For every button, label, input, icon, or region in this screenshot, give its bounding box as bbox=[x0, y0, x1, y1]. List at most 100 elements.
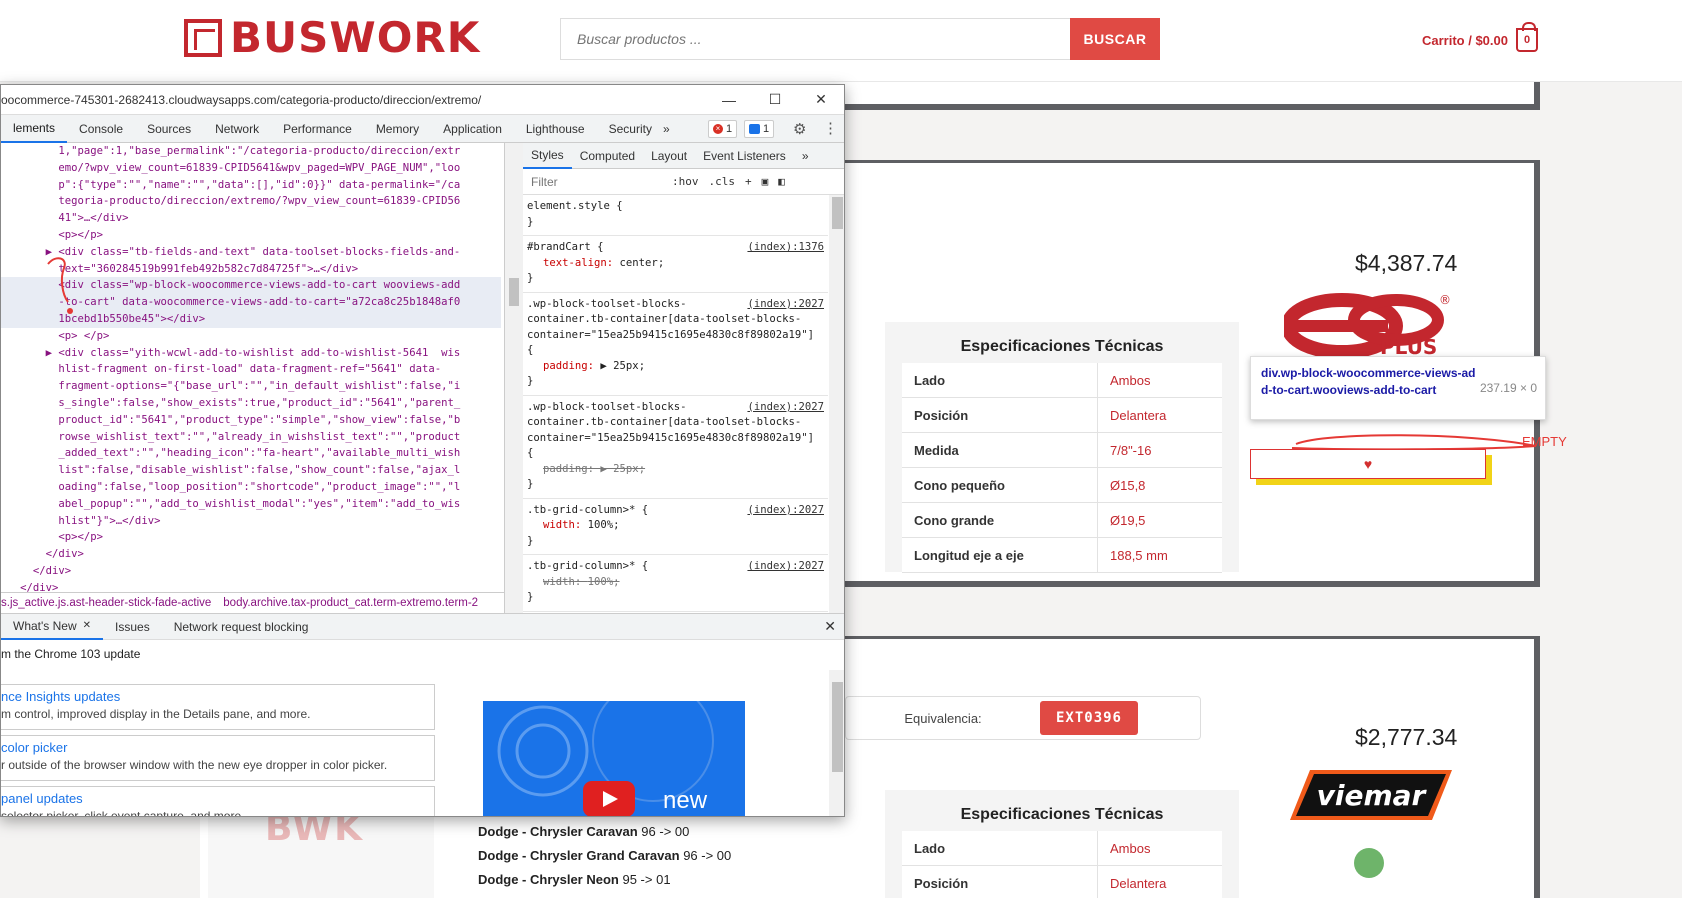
styles-filter-input[interactable] bbox=[527, 171, 667, 192]
rules-scroll-thumb[interactable] bbox=[832, 197, 843, 229]
devtools-tab[interactable]: Performance bbox=[271, 115, 364, 143]
page: BUSWORK BUSCAR Carrito / $0.00 0 $4,387.… bbox=[0, 0, 1682, 898]
devtools-tab[interactable]: Console bbox=[67, 115, 135, 143]
dom-line[interactable]: list":false,"disable_wishlist":false,"sh… bbox=[1, 462, 501, 479]
application-years: 96 -> 00 bbox=[683, 848, 732, 863]
rule-declaration[interactable]: text-align: center; bbox=[527, 256, 824, 272]
sidebar-toggle-icon[interactable]: ◧ bbox=[773, 175, 790, 188]
maximize-icon[interactable]: ☐ bbox=[752, 85, 798, 115]
whats-new-item[interactable]: color picker r outside of the browser win… bbox=[1, 735, 435, 781]
drawer-tab[interactable]: Issues bbox=[103, 614, 162, 640]
dom-line[interactable]: ▶ <div class="yith-wcwl-add-to-wishlist … bbox=[1, 345, 501, 362]
dom-line[interactable]: text="360284519b991feb492b582c7d84725f">… bbox=[1, 261, 501, 278]
dom-line-selected[interactable]: <div class="wp-block-woocommerce-views-a… bbox=[1, 277, 501, 295]
dom-line[interactable]: rowse_wishlist_text":"","already_in_wish… bbox=[1, 429, 501, 446]
drawer-scroll-thumb[interactable] bbox=[832, 682, 843, 772]
dom-line[interactable]: <p></p> bbox=[1, 227, 501, 244]
devtools-tab[interactable]: Lighthouse bbox=[514, 115, 597, 143]
whats-new-title[interactable]: panel updates bbox=[1, 791, 434, 806]
dom-line[interactable]: <p> </p> bbox=[1, 328, 501, 345]
dom-line[interactable]: product_id":"5641","product_type":"simpl… bbox=[1, 412, 501, 429]
devtools-tab[interactable]: Security bbox=[597, 115, 664, 143]
close-icon[interactable]: ✕ bbox=[798, 85, 844, 115]
styles-tab[interactable]: Styles bbox=[523, 143, 572, 169]
dom-line[interactable]: emo/?wpv_view_count=61839-CPID5641&wpv_p… bbox=[1, 160, 501, 177]
styles-tab[interactable]: Layout bbox=[643, 143, 695, 169]
dom-scrollbar[interactable] bbox=[505, 143, 523, 613]
dom-line[interactable]: 41">…</div> bbox=[1, 210, 501, 227]
error-counter[interactable]: × 1 bbox=[708, 120, 738, 138]
search-button[interactable]: BUSCAR bbox=[1070, 18, 1160, 60]
devtools-tab[interactable]: Application bbox=[431, 115, 514, 143]
devtools-tab[interactable]: Memory bbox=[364, 115, 431, 143]
dom-line[interactable]: p":{"type":"","name":"","data":[],"id":0… bbox=[1, 177, 501, 194]
cart-count: 0 bbox=[1523, 34, 1531, 46]
rules-scrollbar[interactable] bbox=[829, 195, 844, 613]
styles-more-icon[interactable]: » bbox=[794, 143, 817, 169]
dom-line[interactable]: abel_popup":"","add_to_wishlist_modal":"… bbox=[1, 496, 501, 513]
rule-declaration[interactable]: width: 100%; bbox=[527, 575, 824, 591]
message-icon bbox=[749, 124, 760, 134]
rule-declaration[interactable]: padding: ▶ 25px; bbox=[527, 359, 824, 375]
dom-line-selected[interactable]: 1bcebd1b550be45"></div> bbox=[1, 310, 501, 328]
dom-line[interactable]: 1,"page":1,"base_permalink":"/categoria-… bbox=[1, 143, 501, 160]
styles-tab[interactable]: Computed bbox=[572, 143, 643, 169]
whats-new-video[interactable]: new bbox=[483, 701, 745, 816]
dom-line[interactable]: </div> bbox=[1, 546, 501, 563]
dom-line[interactable]: hlist-fragment on-first-load" data-fragm… bbox=[1, 361, 501, 378]
computed-styles-icon[interactable]: ▣ bbox=[757, 175, 774, 188]
devtools-tab[interactable]: Network bbox=[203, 115, 271, 143]
minimize-icon[interactable]: — bbox=[706, 85, 752, 115]
whats-new-title[interactable]: color picker bbox=[1, 740, 434, 755]
drawer-tab[interactable]: Network request blocking bbox=[162, 614, 321, 640]
tab-close-icon[interactable]: ✕ bbox=[83, 620, 91, 631]
rule-source-link[interactable]: (index):2027 bbox=[747, 559, 824, 575]
new-rule-button[interactable]: + bbox=[740, 175, 757, 188]
breadcrumb-item[interactable]: s.js_active.js.ast-header-stick-fade-act… bbox=[1, 597, 211, 609]
dom-line-selected[interactable]: -to-cart" data-woocommerce-views-add-to-… bbox=[1, 294, 501, 311]
drawer-tab[interactable]: What's New ✕ bbox=[1, 614, 104, 640]
rule-declaration[interactable]: width: 100%; bbox=[527, 518, 824, 534]
dom-line[interactable]: oading":false,"loop_position":"shortcode… bbox=[1, 479, 501, 496]
dom-line[interactable]: fragment-options="{"base_url":"","in_def… bbox=[1, 378, 501, 395]
menu-kebab-icon[interactable]: ⋮ bbox=[823, 119, 838, 137]
dom-line[interactable]: <p></p> bbox=[1, 529, 501, 546]
devtools-tab[interactable]: lements bbox=[1, 115, 68, 143]
whats-new-item[interactable]: panel updates selector picker, click even… bbox=[1, 786, 435, 816]
devtools-drawer: What's New ✕ Issues Network request blockin… bbox=[1, 613, 844, 816]
property-name: padding bbox=[543, 462, 588, 475]
cart-link[interactable]: Carrito / $0.00 0 bbox=[1422, 22, 1538, 52]
site-logo[interactable]: BUSWORK bbox=[184, 17, 480, 59]
whats-new-item[interactable]: nce Insights updates m control, improved … bbox=[1, 684, 435, 730]
play-icon[interactable] bbox=[583, 781, 635, 816]
cls-toggle[interactable]: .cls bbox=[704, 175, 741, 188]
devtools-tab[interactable]: Sources bbox=[135, 115, 203, 143]
add-to-wishlist-button[interactable]: ♥ bbox=[1250, 449, 1486, 479]
rule-source-link[interactable]: (index):1376 bbox=[747, 240, 824, 256]
rule-source-link[interactable]: (index):2027 bbox=[747, 503, 824, 519]
dom-line[interactable]: </div> bbox=[1, 563, 501, 580]
dom-line[interactable]: _added_text":"","heading_icon":"fa-heart… bbox=[1, 445, 501, 462]
hov-toggle[interactable]: :hov bbox=[667, 175, 704, 188]
logo-mark-icon bbox=[184, 19, 222, 57]
whats-new-title[interactable]: nce Insights updates bbox=[1, 689, 434, 704]
rule-source-link[interactable]: (index):2027 bbox=[747, 297, 824, 313]
more-tabs-icon[interactable]: » bbox=[657, 115, 676, 143]
product-search: BUSCAR bbox=[560, 18, 1160, 60]
drawer-close-icon[interactable]: ✕ bbox=[824, 618, 836, 635]
settings-gear-icon[interactable]: ⚙ bbox=[793, 120, 806, 138]
drawer-scrollbar[interactable] bbox=[829, 670, 844, 816]
dom-scroll-thumb[interactable] bbox=[509, 278, 519, 306]
spec-key: Posición bbox=[902, 398, 1098, 432]
rule-source-link[interactable]: (index):2027 bbox=[747, 400, 824, 416]
dom-line[interactable]: ▶ <div class="tb-fields-and-text" data-t… bbox=[1, 244, 501, 261]
dom-line[interactable]: hlist"}">…</div> bbox=[1, 513, 501, 530]
dom-line[interactable]: s_single":false,"show_exists":true,"prod… bbox=[1, 395, 501, 412]
search-input[interactable] bbox=[560, 18, 1070, 60]
dom-line[interactable]: tegoria-producto/direccion/extremo/?wpv_… bbox=[1, 193, 501, 210]
equivalence-code[interactable]: EXT0396 bbox=[1040, 701, 1138, 735]
message-counter[interactable]: 1 bbox=[744, 120, 775, 138]
styles-tab[interactable]: Event Listeners bbox=[695, 143, 794, 169]
breadcrumb-item[interactable]: body.archive.tax-product_cat.term-extrem… bbox=[223, 597, 478, 609]
rule-declaration[interactable]: padding: ▶ 25px; bbox=[527, 462, 824, 478]
